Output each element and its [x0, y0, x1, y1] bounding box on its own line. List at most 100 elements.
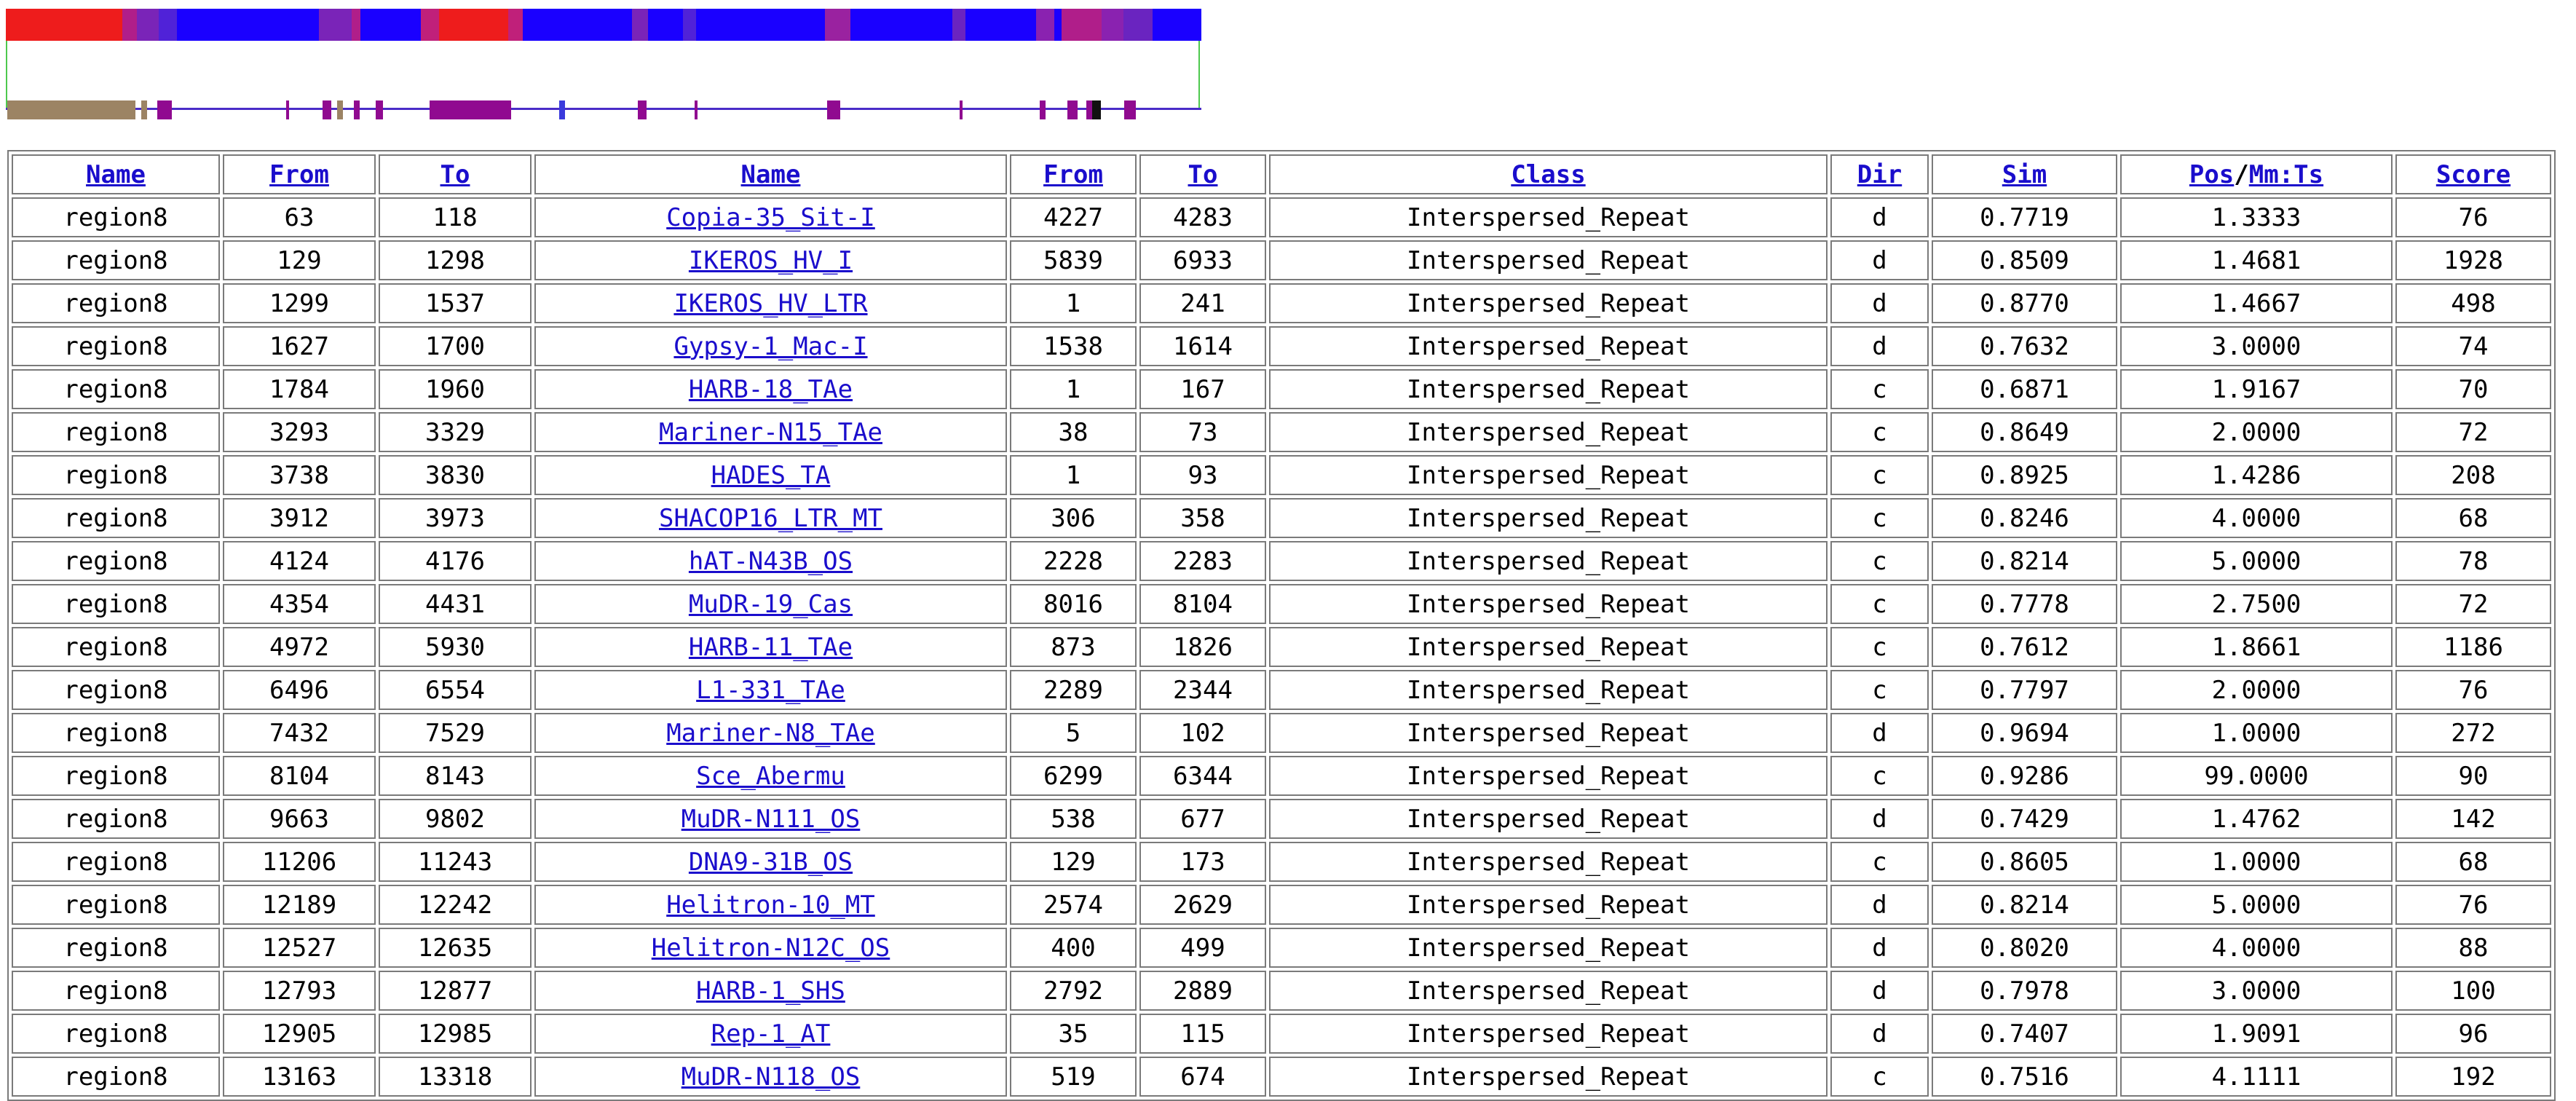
col-class[interactable]: Class: [1269, 154, 1828, 194]
sort-link[interactable]: Name: [86, 160, 146, 189]
cell-repeat-name[interactable]: L1-331_TAe: [534, 670, 1007, 710]
cell-repeat-name[interactable]: IKEROS_HV_LTR: [534, 283, 1007, 323]
repeat-feature[interactable]: [157, 100, 172, 119]
col-dir[interactable]: Dir: [1830, 154, 1929, 194]
repeat-name-link[interactable]: MuDR-N111_OS: [681, 805, 861, 834]
sort-link[interactable]: Score: [2436, 160, 2510, 189]
repeat-name-link[interactable]: Gypsy-1_Mac-I: [673, 332, 867, 361]
repeat-feature[interactable]: [286, 100, 289, 119]
cell-repeat-name[interactable]: SHACOP16_LTR_MT: [534, 498, 1007, 538]
repeat-name-link[interactable]: MuDR-19_Cas: [689, 590, 853, 619]
cell-repeat-name[interactable]: Helitron-N12C_OS: [534, 928, 1007, 968]
col-score[interactable]: Score: [2395, 154, 2551, 194]
repeat-name-link[interactable]: MuDR-N118_OS: [681, 1062, 861, 1092]
cell-repeat-name[interactable]: Mariner-N8_TAe: [534, 713, 1007, 753]
cell-score: 498: [2395, 283, 2551, 323]
repeat-name-link[interactable]: DNA9-31B_OS: [689, 848, 853, 877]
repeat-feature[interactable]: [337, 100, 343, 119]
repeat-feature[interactable]: [1124, 100, 1136, 119]
repeat-feature[interactable]: [141, 100, 147, 119]
cell-repeat-name[interactable]: Mariner-N15_TAe: [534, 412, 1007, 452]
cell-score: 272: [2395, 713, 2551, 753]
cell-dir: d: [1830, 885, 1929, 925]
cell-pos-mmts: 2.7500: [2120, 584, 2393, 624]
cell-repeat-name[interactable]: Rep-1_AT: [534, 1014, 1007, 1054]
repeat-name-link[interactable]: Rep-1_AT: [711, 1019, 831, 1049]
cell-repeat-to: 241: [1139, 283, 1266, 323]
cell-score: 96: [2395, 1014, 2551, 1054]
repeat-name-link[interactable]: Mariner-N8_TAe: [666, 719, 875, 748]
cell-dir: d: [1830, 240, 1929, 280]
sort-link[interactable]: Name: [741, 160, 801, 189]
repeat-name-link[interactable]: IKEROS_HV_LTR: [673, 289, 867, 318]
cell-repeat-name[interactable]: Sce_Abermu: [534, 756, 1007, 796]
repeat-name-link[interactable]: Mariner-N15_TAe: [659, 418, 882, 447]
cell-repeat-name[interactable]: HARB-1_SHS: [534, 971, 1007, 1011]
cell-repeat-name[interactable]: IKEROS_HV_I: [534, 240, 1007, 280]
repeat-feature[interactable]: [1040, 100, 1046, 119]
sort-link[interactable]: Dir: [1857, 160, 1902, 189]
repeat-feature[interactable]: [376, 100, 383, 119]
repeat-feature[interactable]: [7, 100, 135, 119]
repeat-name-link[interactable]: HARB-1_SHS: [696, 976, 845, 1006]
repeat-feature[interactable]: [323, 100, 331, 119]
cell-class: Interspersed_Repeat: [1269, 541, 1828, 581]
repeat-feature[interactable]: [827, 100, 840, 119]
sort-link[interactable]: From: [269, 160, 329, 189]
sort-link[interactable]: Sim: [2002, 160, 2047, 189]
repeat-name-link[interactable]: HARB-11_TAe: [689, 633, 853, 662]
repeat-feature[interactable]: [638, 100, 647, 119]
repeat-name-link[interactable]: Sce_Abermu: [696, 762, 845, 791]
cell-repeat-name[interactable]: HADES_TA: [534, 455, 1007, 495]
cell-repeat-name[interactable]: MuDR-N111_OS: [534, 799, 1007, 839]
col-repeat-from[interactable]: From: [1010, 154, 1137, 194]
cell-repeat-name[interactable]: Copia-35_Sit-I: [534, 197, 1007, 237]
sort-link[interactable]: Class: [1511, 160, 1585, 189]
cell-query-from: 3912: [223, 498, 376, 538]
repeat-name-link[interactable]: IKEROS_HV_I: [689, 246, 853, 275]
repeat-feature[interactable]: [1092, 100, 1101, 119]
col-pos-mmts[interactable]: Pos/Mm:Ts: [2120, 154, 2393, 194]
repeat-feature[interactable]: [1067, 100, 1078, 119]
cell-repeat-name[interactable]: hAT-N43B_OS: [534, 541, 1007, 581]
repeat-feature[interactable]: [1086, 100, 1092, 119]
cell-repeat-from: 873: [1010, 627, 1137, 667]
repeat-name-link[interactable]: Helitron-10_MT: [666, 891, 875, 920]
repeat-name-link[interactable]: HADES_TA: [711, 461, 831, 490]
repeat-name-link[interactable]: hAT-N43B_OS: [689, 547, 853, 576]
cell-pos-mmts: 5.0000: [2120, 541, 2393, 581]
cell-dir: c: [1830, 412, 1929, 452]
sort-link[interactable]: From: [1043, 160, 1103, 189]
repeat-name-link[interactable]: Copia-35_Sit-I: [666, 203, 875, 232]
repeat-feature[interactable]: [559, 100, 565, 119]
col-repeat-to[interactable]: To: [1139, 154, 1266, 194]
col-query-name[interactable]: Name: [12, 154, 220, 194]
cell-query-from: 12189: [223, 885, 376, 925]
col-query-to[interactable]: To: [379, 154, 532, 194]
repeat-name-link[interactable]: L1-331_TAe: [696, 676, 845, 705]
sort-link-mmts[interactable]: Mm:Ts: [2249, 160, 2323, 189]
cell-repeat-name[interactable]: MuDR-N118_OS: [534, 1057, 1007, 1097]
table-row: region8 11206 11243 DNA9-31B_OS 129 173 Inters…: [12, 842, 2551, 882]
cell-repeat-name[interactable]: Helitron-10_MT: [534, 885, 1007, 925]
sort-link[interactable]: To: [440, 160, 470, 189]
cell-sim: 0.7429: [1932, 799, 2117, 839]
col-sim[interactable]: Sim: [1932, 154, 2117, 194]
cell-repeat-name[interactable]: MuDR-19_Cas: [534, 584, 1007, 624]
col-repeat-name[interactable]: Name: [534, 154, 1007, 194]
repeat-feature[interactable]: [960, 100, 963, 119]
repeat-name-link[interactable]: HARB-18_TAe: [689, 375, 853, 404]
cell-query-name: region8: [12, 713, 220, 753]
repeat-name-link[interactable]: SHACOP16_LTR_MT: [659, 504, 882, 533]
sort-link[interactable]: To: [1188, 160, 1218, 189]
repeat-feature[interactable]: [430, 100, 511, 119]
repeat-name-link[interactable]: Helitron-N12C_OS: [652, 934, 890, 963]
cell-repeat-name[interactable]: Gypsy-1_Mac-I: [534, 326, 1007, 366]
col-query-from[interactable]: From: [223, 154, 376, 194]
cell-repeat-name[interactable]: DNA9-31B_OS: [534, 842, 1007, 882]
sort-link-pos[interactable]: Pos: [2189, 160, 2234, 189]
repeat-feature[interactable]: [354, 100, 360, 119]
repeat-feature[interactable]: [695, 100, 698, 119]
cell-repeat-name[interactable]: HARB-11_TAe: [534, 627, 1007, 667]
cell-repeat-name[interactable]: HARB-18_TAe: [534, 369, 1007, 409]
